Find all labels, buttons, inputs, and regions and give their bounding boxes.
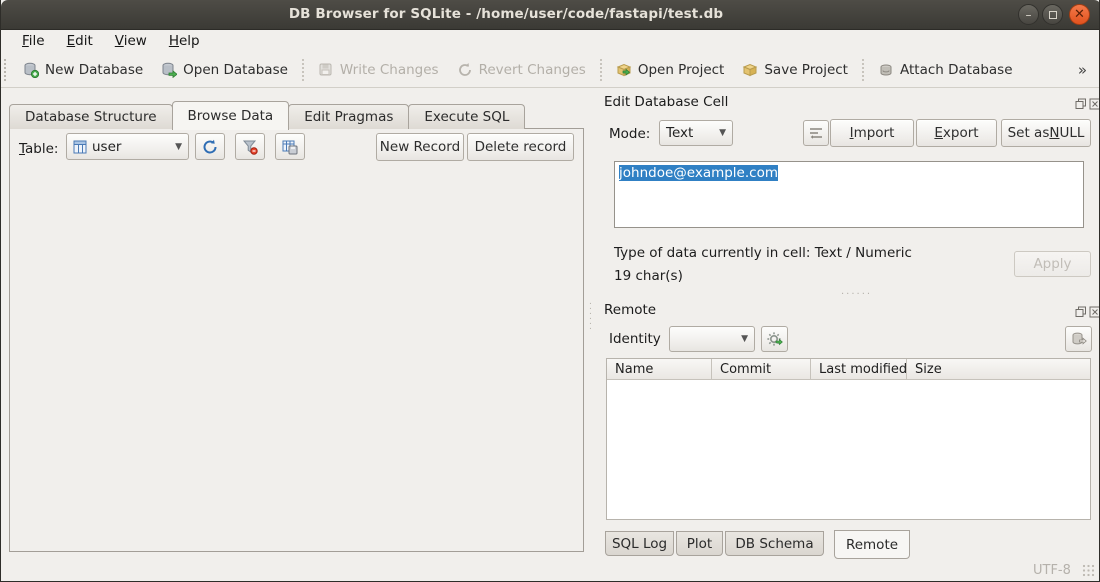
revert-changes-icon [457, 62, 473, 78]
resize-grip[interactable] [1082, 564, 1095, 577]
new-record-button[interactable]: New Record [376, 133, 464, 161]
attach-database-button[interactable]: Attach Database [869, 57, 1022, 83]
refresh-button[interactable] [195, 133, 225, 160]
menu-bar: File Edit View Help [1, 30, 1100, 53]
open-database-icon [161, 62, 177, 78]
attach-database-label: Attach Database [900, 62, 1013, 78]
table-selector[interactable]: user ▼ [66, 133, 189, 160]
float-dock-icon[interactable] [1075, 95, 1087, 107]
remote-column-last-modified[interactable]: Last modified [811, 359, 907, 380]
set-as-null-button[interactable]: Set as NULL [1001, 119, 1091, 147]
tab-sql-log[interactable]: SQL Log [605, 531, 674, 556]
toolbar-overflow-button[interactable]: » [1078, 61, 1087, 79]
revert-changes-button: Revert Changes [448, 57, 595, 83]
title-bar: DB Browser for SQLite - /home/user/code/… [1, 0, 1100, 30]
open-project-button[interactable]: Open Project [607, 57, 734, 83]
identity-selector[interactable]: ▼ [669, 326, 755, 352]
tab-execute-sql[interactable]: Execute SQL [408, 104, 525, 129]
open-database-label: Open Database [183, 62, 288, 78]
export-button[interactable]: Export [916, 119, 997, 147]
remote-column-name[interactable]: Name [607, 359, 712, 380]
edit-cell-dock-title: Edit Database Cell [604, 94, 728, 110]
tab-db-schema[interactable]: DB Schema [725, 531, 824, 556]
refresh-icon [202, 139, 218, 155]
clear-filter-icon [242, 139, 258, 155]
table-selector-value: user [92, 139, 121, 155]
close-button[interactable]: ✕ [1069, 4, 1090, 25]
import-button[interactable]: Import [830, 119, 914, 147]
tab-remote[interactable]: Remote [834, 530, 910, 559]
tab-database-structure[interactable]: Database Structure [9, 104, 173, 129]
chevron-down-icon: ▼ [175, 142, 182, 152]
close-dock-icon[interactable] [1089, 95, 1100, 107]
gear-icon [767, 331, 783, 347]
apply-button: Apply [1014, 251, 1091, 277]
float-dock-icon[interactable] [1075, 303, 1087, 315]
identity-label: Identity [609, 331, 661, 347]
save-results-button[interactable] [275, 133, 305, 160]
cell-editor-textarea[interactable]: johndoe@example.com [614, 161, 1084, 228]
open-project-icon [616, 62, 632, 78]
clear-filters-button[interactable] [235, 133, 265, 160]
horizontal-splitter-handle[interactable]: ...... [841, 286, 872, 297]
maximize-icon [1049, 11, 1057, 19]
toolbar-drag-handle[interactable] [4, 59, 10, 81]
save-results-icon [282, 139, 298, 155]
push-database-button[interactable] [1065, 326, 1092, 352]
maximize-button[interactable] [1042, 4, 1063, 25]
table-selector-label: Table: [19, 141, 58, 157]
minimize-button[interactable]: – [1018, 4, 1039, 25]
menu-file[interactable]: File [11, 31, 56, 52]
write-changes-label: Write Changes [340, 62, 439, 78]
open-database-button[interactable]: Open Database [152, 57, 297, 83]
write-changes-button: Write Changes [309, 57, 448, 83]
main-tab-bar: Database Structure Browse Data Edit Prag… [9, 100, 524, 129]
toolbar-separator [302, 59, 304, 81]
identity-settings-button[interactable] [761, 326, 788, 352]
toolbar-separator [862, 59, 864, 81]
window-title: DB Browser for SQLite - /home/user/code/… [1, 6, 1011, 22]
write-changes-icon [318, 62, 334, 78]
chevron-down-icon: ▼ [719, 128, 726, 138]
mode-selector-value: Text [666, 125, 693, 141]
close-dock-icon[interactable] [1089, 303, 1100, 315]
mode-label: Mode: [609, 126, 650, 142]
attach-database-icon [878, 62, 894, 78]
vertical-splitter-handle[interactable]: ...... [589, 300, 592, 330]
word-wrap-button[interactable] [803, 120, 829, 146]
open-project-label: Open Project [638, 62, 725, 78]
main-toolbar: New Database Open Database Write Changes… [1, 53, 1100, 88]
save-project-icon [742, 62, 758, 78]
save-project-button[interactable]: Save Project [733, 57, 857, 83]
tab-edit-pragmas[interactable]: Edit Pragmas [288, 104, 409, 129]
table-icon [73, 140, 87, 154]
revert-changes-label: Revert Changes [479, 62, 586, 78]
menu-view[interactable]: View [104, 31, 158, 52]
remote-files-table: Name Commit Last modified Size [606, 358, 1091, 520]
menu-help[interactable]: Help [158, 31, 211, 52]
cell-type-info: Type of data currently in cell: Text / N… [614, 245, 912, 261]
delete-record-button[interactable]: Delete record [467, 133, 574, 161]
cell-editor-selected-text: johndoe@example.com [619, 165, 778, 181]
chevron-down-icon: ▼ [741, 334, 748, 344]
new-database-icon [23, 62, 39, 78]
toolbar-separator [600, 59, 602, 81]
remote-column-commit[interactable]: Commit [712, 359, 811, 380]
cell-char-count: 19 char(s) [614, 268, 683, 284]
mode-selector[interactable]: Text ▼ [659, 120, 733, 146]
remote-table-header-row: Name Commit Last modified Size [607, 359, 1090, 380]
remote-dock-title: Remote [604, 302, 656, 318]
encoding-status: UTF-8 [1033, 563, 1071, 578]
app-window: DB Browser for SQLite - /home/user/code/… [0, 0, 1100, 582]
save-project-label: Save Project [764, 62, 848, 78]
new-database-label: New Database [45, 62, 143, 78]
browse-data-panel [9, 128, 584, 552]
tab-plot[interactable]: Plot [676, 531, 723, 556]
remote-column-size[interactable]: Size [907, 359, 1090, 380]
word-wrap-icon [809, 126, 823, 140]
menu-edit[interactable]: Edit [56, 31, 104, 52]
push-database-icon [1071, 331, 1087, 347]
tab-browse-data[interactable]: Browse Data [172, 101, 290, 130]
new-database-button[interactable]: New Database [14, 57, 152, 83]
